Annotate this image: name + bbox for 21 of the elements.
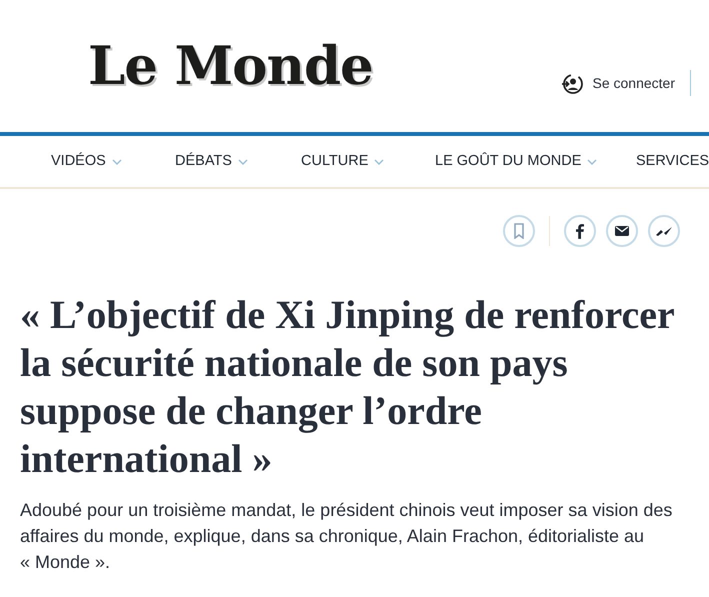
standfirst: Adoubé pour un troisième mandat, le président chinois veut imposer sa vision des affaires du monde, explique, dans sa chronique, Alain Frachon, éditorialiste au « Monde ». — [20, 499, 674, 574]
chevron-icon — [238, 158, 248, 164]
chevron-icon — [587, 158, 598, 164]
share-button[interactable] — [564, 215, 596, 247]
email-icon — [615, 226, 629, 236]
nav-item[interactable]: LE GOÛT DU MONDE — [435, 150, 598, 172]
nav-item[interactable]: SERVICES — [636, 150, 709, 172]
nav-item[interactable]: CULTURE — [301, 150, 384, 172]
login-link[interactable]: Se connecter — [560, 73, 675, 94]
messenger-icon — [656, 226, 672, 236]
bookmark-icon — [514, 223, 524, 239]
chevron-icon — [112, 158, 122, 164]
nav-item[interactable]: DÉBATS — [175, 150, 248, 172]
headline: « L’objectif de Xi Jinping de renforcer la sécurité nationale de son pays suppose de changer l’ordre international » — [20, 291, 676, 483]
logo[interactable]: Le Monde — [88, 40, 373, 93]
share-button[interactable] — [648, 215, 680, 247]
chevron-icon — [374, 158, 384, 164]
user-login-icon — [560, 74, 582, 94]
nav-item[interactable]: VIDÉOS — [51, 150, 122, 172]
share-button[interactable] — [606, 215, 638, 247]
facebook-icon — [576, 224, 584, 238]
